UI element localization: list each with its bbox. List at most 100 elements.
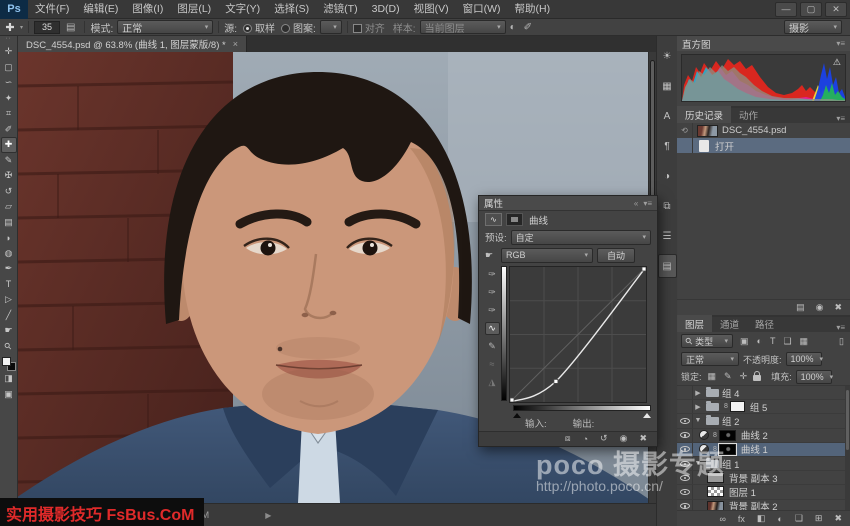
marquee-tool[interactable]: ▢ (1, 60, 17, 76)
menu-item-4[interactable]: 文字(Y) (218, 0, 267, 19)
sample-select[interactable]: 当前图层▾ (420, 20, 506, 34)
add-mask-icon[interactable]: ◧ (755, 513, 768, 524)
preset-select[interactable]: 自定▾ (511, 230, 651, 245)
zoom-tool[interactable]: ⚲ (1, 339, 17, 355)
properties-panel-icon[interactable]: ▤ (658, 254, 677, 278)
document-tab[interactable]: DSC_4554.psd @ 63.8% (曲线 1, 图层蒙版/8) * × (18, 36, 247, 52)
layer-visibility-toggle[interactable] (677, 471, 693, 484)
tab-paths[interactable]: 路径 (747, 315, 782, 332)
link-layers-icon[interactable]: ∞ (717, 514, 727, 524)
pen-tool[interactable]: ✒ (1, 261, 17, 277)
fill-input[interactable]: 100%▾ (796, 370, 832, 384)
history-state-0[interactable]: ⟲DSC_4554.psd (677, 123, 850, 138)
properties-menu-icon[interactable]: ▾≡ (643, 199, 652, 208)
history-brush-source-toggle[interactable] (677, 138, 693, 153)
opacity-input[interactable]: 100%▾ (786, 352, 822, 366)
clone-stamp-tool[interactable]: ✠ (1, 168, 17, 184)
new-doc-from-state-icon[interactable]: ▤ (794, 302, 807, 313)
ignore-adjustment-layers-icon[interactable]: ◐ (506, 22, 520, 33)
menu-item-0[interactable]: 文件(F) (28, 0, 76, 19)
quick-selection-tool[interactable]: ✦ (1, 91, 17, 107)
filter-toggle-icon[interactable]: ▯ (837, 336, 846, 347)
source-sample-label[interactable]: 取样 (255, 20, 275, 35)
lasso-tool[interactable]: ∽ (1, 75, 17, 91)
edit-points-icon[interactable]: ∿ (485, 322, 500, 335)
tab-layers[interactable]: 图层 (677, 315, 712, 332)
character-panel-icon[interactable]: A (658, 104, 677, 128)
tab-channels[interactable]: 通道 (712, 315, 747, 332)
view-previous-state-icon[interactable]: ◔ (581, 434, 590, 444)
foreground-color-swatch[interactable] (2, 357, 11, 366)
group-expander-icon[interactable]: ▼ (693, 460, 703, 467)
filter-shape-icon[interactable]: ❑ (781, 336, 793, 347)
filter-smart-icon[interactable]: ▦ (798, 336, 811, 347)
lock-transparent-icon[interactable]: ▦ (706, 371, 719, 382)
screen-mode-icon[interactable]: ▣ (1, 387, 17, 403)
paragraph-panel-icon[interactable]: ¶ (658, 134, 677, 158)
eyedropper-tool[interactable]: ✐ (1, 122, 17, 138)
delete-state-icon[interactable]: ✖ (832, 302, 844, 313)
tab-actions[interactable]: 动作 (731, 106, 766, 123)
group-mask-thumbnail[interactable] (730, 401, 745, 412)
layer-visibility-toggle[interactable] (677, 429, 693, 442)
history-panel-menu-icon[interactable]: ▾≡ (836, 114, 850, 123)
history-brush-source-toggle[interactable]: ⟲ (677, 123, 693, 138)
layer-row-组-5[interactable]: ▶8组 5 (677, 400, 850, 414)
layer-mask-thumbnail[interactable] (719, 430, 736, 441)
clone-source-icon[interactable]: ⧉ (658, 194, 677, 218)
crop-tool[interactable]: ⌗ (1, 106, 17, 122)
clipping-preview-icon[interactable]: ◮ (485, 376, 500, 389)
group-expander-icon[interactable]: ▶ (693, 403, 703, 411)
layer-row-组-1[interactable]: ▼组 1 (677, 457, 850, 471)
channel-select[interactable]: RGB▾ (501, 248, 593, 263)
shape-tool[interactable]: ╱ (1, 308, 17, 324)
layer-thumbnail[interactable] (707, 472, 724, 483)
pattern-picker[interactable]: ▾ (320, 20, 342, 34)
menu-item-8[interactable]: 视图(V) (407, 0, 456, 19)
pencil-icon[interactable]: ✎ (485, 340, 500, 353)
layer-visibility-toggle[interactable] (677, 443, 693, 456)
layer-row-背景-副本-2[interactable]: 背景 副本 2 (677, 500, 850, 511)
targeted-adjustment-icon[interactable]: ☛ (485, 250, 497, 261)
healing-brush-icon[interactable]: ✚ (0, 21, 20, 34)
layer-row-背景-副本-3[interactable]: 背景 副本 3 (677, 471, 850, 485)
maximize-button[interactable]: ▢ (800, 2, 822, 17)
tab-close-icon[interactable]: × (233, 39, 238, 49)
align-checkbox[interactable] (353, 24, 362, 33)
brush-size-picker[interactable]: 35 (34, 21, 60, 34)
layer-visibility-toggle[interactable] (677, 500, 693, 511)
blend-mode-select[interactable]: 正常▾ (681, 352, 739, 366)
clip-to-layer-icon[interactable]: ⧈ (563, 433, 573, 444)
dodge-tool[interactable]: ◍ (1, 246, 17, 262)
adjust-sliders-icon[interactable]: ☰ (658, 224, 677, 248)
layer-visibility-toggle[interactable] (677, 414, 693, 427)
adjustments-icon[interactable]: ☀ (658, 44, 677, 68)
white-point-eyedropper-icon[interactable]: ✑ (485, 304, 500, 317)
levels-icon[interactable]: ▦ (658, 74, 677, 98)
white-point-slider[interactable] (643, 413, 651, 418)
gray-point-eyedropper-icon[interactable]: ✑ (485, 286, 500, 299)
black-point-slider[interactable] (513, 413, 521, 418)
blur-tool[interactable]: ◗ (1, 230, 17, 246)
group-expander-icon[interactable]: ▼ (693, 417, 703, 424)
path-selection-tool[interactable]: ▷ (1, 292, 17, 308)
tab-history[interactable]: 历史记录 (677, 106, 731, 123)
menu-item-9[interactable]: 窗口(W) (456, 0, 508, 19)
layer-visibility-toggle[interactable] (677, 457, 693, 470)
masks-panel-icon[interactable]: ◑ (658, 164, 677, 188)
collapse-panel-icon[interactable]: « (634, 199, 638, 208)
reset-adjustment-icon[interactable]: ↺ (598, 433, 610, 444)
healing-brush-tool[interactable]: ✚ (1, 137, 17, 153)
histogram-refresh-warning-icon[interactable]: ⚠ (833, 57, 841, 68)
lock-move-icon[interactable]: ✛ (738, 371, 750, 382)
history-brush-tool[interactable]: ↺ (1, 184, 17, 200)
gradient-tool[interactable]: ▤ (1, 215, 17, 231)
adjustment-layer-icon[interactable] (699, 430, 709, 440)
layer-filter-select[interactable]: ⚲ 类型▾ (681, 334, 733, 348)
black-point-eyedropper-icon[interactable]: ✑ (485, 268, 500, 281)
layer-visibility-toggle[interactable] (677, 386, 693, 399)
close-button[interactable]: ✕ (825, 2, 847, 17)
layer-mask-icon[interactable] (506, 213, 523, 226)
menu-item-10[interactable]: 帮助(H) (508, 0, 558, 19)
mask-link-icon[interactable]: 8 (713, 446, 717, 453)
